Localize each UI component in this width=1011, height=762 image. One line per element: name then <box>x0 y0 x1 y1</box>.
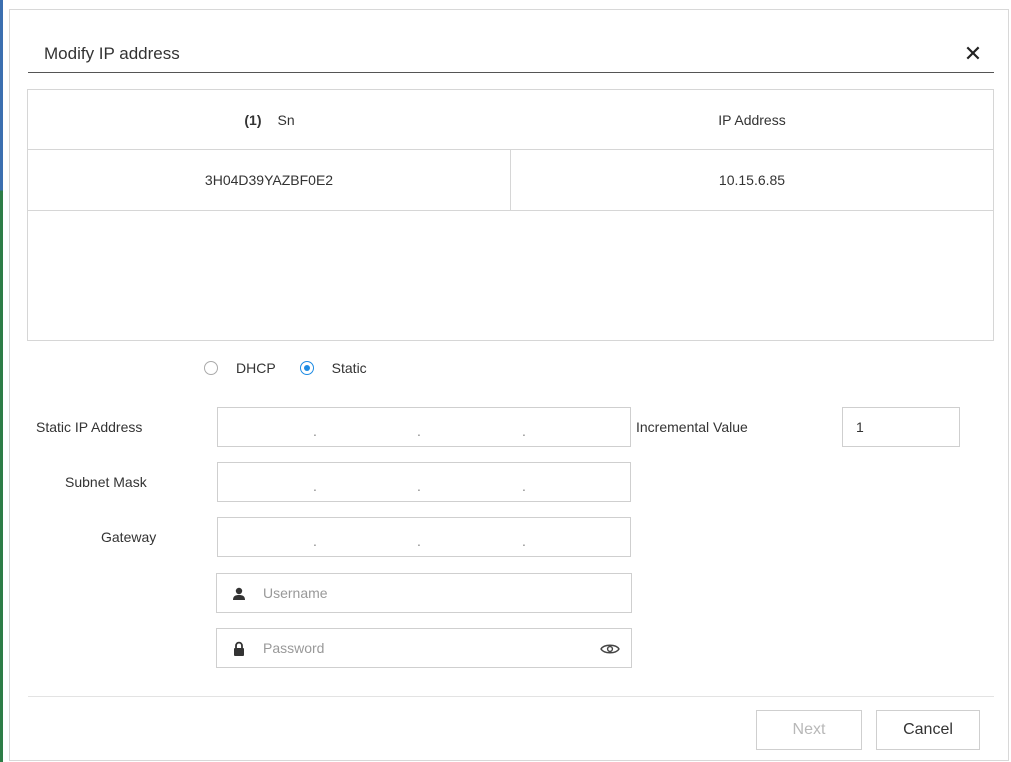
next-button[interactable]: Next <box>756 710 862 750</box>
cell-ip: 10.15.6.85 <box>718 172 786 188</box>
password-input[interactable]: Password <box>216 628 632 668</box>
eye-icon[interactable] <box>600 642 620 656</box>
static-radio[interactable] <box>299 361 314 375</box>
table-header: (1) Sn IP Address <box>28 90 993 150</box>
table-row[interactable]: 3H04D39YAZBF0E2 10.15.6.85 <box>28 150 993 211</box>
gateway-input[interactable]: . . . <box>217 517 631 557</box>
incremental-value-label: Incremental Value <box>636 419 748 435</box>
static-ip-label: Static IP Address <box>36 419 143 435</box>
ip-separator: . <box>313 533 317 549</box>
ip-mode-radio-group: DHCP Static <box>204 357 391 379</box>
ip-separator: . <box>313 478 317 494</box>
user-icon <box>233 587 245 600</box>
device-count: (1) <box>244 111 262 128</box>
dhcp-radio[interactable] <box>204 361 218 375</box>
ip-separator: . <box>417 533 421 549</box>
subnet-mask-label: Subnet Mask <box>65 474 147 490</box>
cell-sn: 3H04D39YAZBF0E2 <box>28 150 511 210</box>
column-header-ip: IP Address <box>511 90 993 149</box>
static-radio-label[interactable]: Static <box>332 360 367 376</box>
cancel-button[interactable]: Cancel <box>876 710 980 750</box>
ip-separator: . <box>417 478 421 494</box>
footer-divider <box>28 696 994 697</box>
username-placeholder: Username <box>263 585 328 601</box>
title-divider <box>28 72 994 73</box>
window-edge-strip <box>0 0 3 762</box>
dhcp-radio-label[interactable]: DHCP <box>236 360 276 376</box>
ip-separator: . <box>313 423 317 439</box>
ip-separator: . <box>417 423 421 439</box>
static-ip-input[interactable]: . . . <box>217 407 631 447</box>
column-label-sn: Sn <box>277 111 295 128</box>
username-input[interactable]: Username <box>216 573 632 613</box>
dialog-title: Modify IP address <box>44 44 180 63</box>
column-label-ip: IP Address <box>718 111 786 128</box>
device-table: (1) Sn IP Address 3H04D39YAZBF0E2 10.15.… <box>27 89 994 341</box>
subnet-mask-input[interactable]: . . . <box>217 462 631 502</box>
password-placeholder: Password <box>263 640 325 656</box>
ip-separator: . <box>522 423 526 439</box>
close-icon[interactable]: ✕ <box>962 42 984 66</box>
incremental-value-input[interactable]: 1 <box>842 407 960 447</box>
gateway-label: Gateway <box>101 529 157 545</box>
ip-separator: . <box>522 478 526 494</box>
ip-separator: . <box>522 533 526 549</box>
lock-icon <box>234 641 244 656</box>
column-header-sn: (1) Sn <box>28 90 511 149</box>
